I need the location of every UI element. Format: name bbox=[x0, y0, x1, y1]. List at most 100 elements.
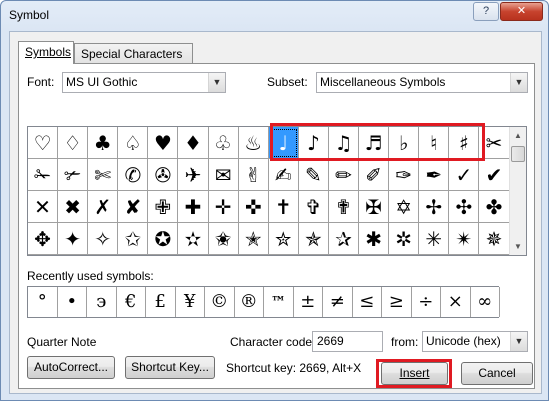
symbol-cell[interactable]: ✳ bbox=[419, 223, 450, 255]
symbol-cell[interactable]: ✤ bbox=[479, 191, 510, 223]
symbol-cell[interactable]: ✯ bbox=[298, 223, 329, 255]
recent-symbol-cell[interactable]: ® bbox=[235, 287, 264, 317]
symbol-cell[interactable]: ♣ bbox=[88, 127, 119, 159]
recent-symbol-cell[interactable]: ∞ bbox=[471, 287, 500, 317]
font-select[interactable]: MS UI Gothic ▼ bbox=[62, 72, 226, 93]
symbol-cell[interactable]: ✲ bbox=[389, 223, 420, 255]
from-select[interactable]: Unicode (hex) ▼ bbox=[422, 331, 528, 352]
scroll-thumb[interactable] bbox=[511, 146, 525, 162]
symbol-cell[interactable]: ✉ bbox=[208, 159, 239, 191]
symbol-cell[interactable]: ✆ bbox=[118, 159, 149, 191]
help-button[interactable]: ? bbox=[473, 2, 499, 21]
symbol-cell[interactable]: ✘ bbox=[118, 191, 149, 223]
cancel-button[interactable]: Cancel bbox=[461, 362, 533, 385]
recent-symbol-cell[interactable]: ™ bbox=[264, 287, 294, 317]
chevron-down-icon[interactable]: ▼ bbox=[510, 73, 527, 92]
autocorrect-button[interactable]: AutoCorrect... bbox=[27, 356, 115, 379]
scroll-up-icon[interactable]: ▲ bbox=[510, 127, 526, 144]
symbol-cell[interactable]: ♦ bbox=[178, 127, 209, 159]
symbol-cell[interactable]: ✝ bbox=[268, 191, 299, 223]
symbol-cell[interactable]: ✞ bbox=[298, 191, 329, 223]
symbol-cell[interactable]: ♮ bbox=[419, 127, 450, 159]
symbol-cell[interactable]: ✚ bbox=[178, 191, 209, 223]
symbol-cell[interactable]: ✔ bbox=[479, 159, 510, 191]
symbol-cell[interactable]: ✖ bbox=[58, 191, 89, 223]
close-button[interactable]: ✕ bbox=[500, 2, 543, 21]
symbol-cell[interactable]: ✏ bbox=[328, 159, 360, 191]
recent-symbol-cell[interactable]: ÷ bbox=[412, 287, 441, 317]
recent-symbol-cell[interactable]: ≥ bbox=[382, 287, 412, 317]
symbol-cell[interactable]: ♧ bbox=[208, 127, 239, 159]
symbol-cell[interactable]: ✃ bbox=[58, 159, 89, 191]
recent-symbol-cell[interactable]: ≠ bbox=[323, 287, 353, 317]
symbol-cell[interactable]: ✁ bbox=[28, 159, 59, 191]
symbol-cell[interactable]: ✒ bbox=[419, 159, 450, 191]
character-code-input[interactable]: 2669 bbox=[312, 331, 383, 352]
symbol-cell[interactable]: ♥ bbox=[148, 127, 179, 159]
symbol-cell[interactable]: ✕ bbox=[28, 191, 59, 223]
symbol-cell[interactable]: ✌ bbox=[238, 159, 269, 191]
scroll-down-icon[interactable]: ▼ bbox=[510, 238, 526, 255]
recent-symbols-grid: ° • ϶ € £ ¥ © ® ™ ± ≠ ≤ ≥ ÷ × ∞ bbox=[27, 286, 500, 318]
symbol-cell[interactable]: ♯ bbox=[449, 127, 480, 159]
recent-symbol-cell[interactable]: × bbox=[441, 287, 471, 317]
symbol-cell[interactable]: ✣ bbox=[449, 191, 480, 223]
recent-symbol-cell[interactable]: • bbox=[58, 287, 87, 317]
symbol-cell[interactable]: ♡ bbox=[28, 127, 59, 159]
recent-symbol-cell[interactable]: ϶ bbox=[87, 287, 117, 317]
subset-select[interactable]: Miscellaneous Symbols ▼ bbox=[316, 72, 528, 93]
symbol-cell[interactable]: ✎ bbox=[298, 159, 329, 191]
symbol-cell[interactable]: ✙ bbox=[148, 191, 179, 223]
symbol-cell[interactable]: ✍ bbox=[268, 159, 299, 191]
symbol-grid-scrollbar[interactable]: ▲ ▼ bbox=[509, 127, 526, 255]
symbol-cell[interactable]: ♪ bbox=[298, 127, 329, 159]
symbol-cell[interactable]: ✩ bbox=[118, 223, 149, 255]
symbol-cell[interactable]: ✦ bbox=[58, 223, 89, 255]
recent-symbol-cell[interactable]: £ bbox=[146, 287, 176, 317]
symbol-cell[interactable]: ♩ bbox=[268, 127, 299, 159]
symbol-cell[interactable]: ♢ bbox=[58, 127, 89, 159]
symbol-cell[interactable]: ♤ bbox=[118, 127, 149, 159]
symbol-cell[interactable]: ✡ bbox=[389, 191, 420, 223]
symbol-cell[interactable]: ✠ bbox=[359, 191, 390, 223]
tab-special-characters[interactable]: Special Characters bbox=[74, 43, 193, 63]
recent-symbol-cell[interactable]: ° bbox=[28, 287, 58, 317]
recent-symbol-cell[interactable]: € bbox=[117, 287, 146, 317]
symbol-cell[interactable]: ✑ bbox=[389, 159, 420, 191]
symbol-cell[interactable]: ✭ bbox=[238, 223, 269, 255]
symbol-cell[interactable]: ✛ bbox=[208, 191, 239, 223]
symbol-cell[interactable]: ✜ bbox=[238, 191, 269, 223]
symbol-cell[interactable]: ✧ bbox=[88, 223, 119, 255]
symbol-cell[interactable]: ✥ bbox=[28, 223, 59, 255]
symbol-cell[interactable]: ✬ bbox=[208, 223, 239, 255]
symbol-cell[interactable]: ✫ bbox=[178, 223, 209, 255]
recent-symbol-cell[interactable]: ≤ bbox=[353, 287, 382, 317]
symbol-cell[interactable]: ✓ bbox=[449, 159, 480, 191]
symbol-cell[interactable]: ✗ bbox=[88, 191, 119, 223]
recent-symbol-cell[interactable]: © bbox=[205, 287, 235, 317]
recent-symbol-cell[interactable]: ± bbox=[294, 287, 323, 317]
symbol-cell[interactable]: ♬ bbox=[359, 127, 390, 159]
symbol-cell[interactable]: ✢ bbox=[419, 191, 450, 223]
chevron-down-icon[interactable]: ▼ bbox=[208, 73, 225, 92]
chevron-down-icon[interactable]: ▼ bbox=[510, 332, 527, 351]
symbol-cell[interactable]: ✂ bbox=[479, 127, 510, 159]
shortcut-key-button[interactable]: Shortcut Key... bbox=[125, 356, 215, 379]
symbol-cell[interactable]: ✐ bbox=[359, 159, 390, 191]
symbol-cell[interactable]: ♫ bbox=[328, 127, 360, 159]
symbol-cell[interactable]: ✵ bbox=[479, 223, 510, 255]
tab-symbols[interactable]: Symbols bbox=[18, 41, 74, 64]
symbol-cell[interactable]: ✰ bbox=[328, 223, 360, 255]
symbol-cell[interactable]: ✴ bbox=[449, 223, 480, 255]
symbol-cell[interactable]: ✮ bbox=[268, 223, 299, 255]
symbol-cell[interactable]: ✇ bbox=[148, 159, 179, 191]
symbol-cell[interactable]: ♨ bbox=[238, 127, 269, 159]
symbol-cell[interactable]: ✱ bbox=[359, 223, 390, 255]
insert-button[interactable]: Insert bbox=[381, 362, 448, 385]
symbol-cell[interactable]: ✪ bbox=[148, 223, 179, 255]
recent-symbol-cell[interactable]: ¥ bbox=[176, 287, 205, 317]
symbol-cell[interactable]: ✟ bbox=[328, 191, 360, 223]
symbol-cell[interactable]: ✄ bbox=[88, 159, 119, 191]
symbol-cell[interactable]: ♭ bbox=[389, 127, 420, 159]
symbol-cell[interactable]: ✈ bbox=[178, 159, 209, 191]
